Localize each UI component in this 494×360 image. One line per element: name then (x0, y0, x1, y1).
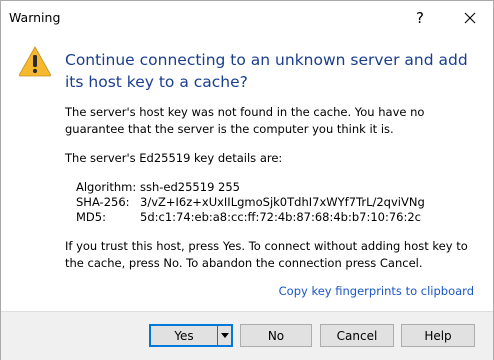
title-close-button[interactable] (447, 1, 493, 35)
dropdown-arrow-icon (220, 333, 229, 338)
title-help-button[interactable]: ? (397, 1, 443, 35)
main-instruction: Continue connecting to an unknown server… (65, 51, 468, 91)
warning-icon (18, 46, 52, 77)
close-icon (464, 12, 476, 24)
algorithm-value: ssh-ed25519 255 (140, 180, 240, 194)
sha256-label: SHA-256: (76, 195, 130, 209)
window-title: Warning (9, 10, 61, 25)
help-button[interactable]: Help (401, 324, 475, 347)
no-button[interactable]: No (240, 324, 312, 347)
cancel-button[interactable]: Cancel (320, 324, 394, 347)
title-bar: Warning ? (1, 1, 493, 35)
key-details: Algorithm: ssh-ed25519 255 SHA-256: 3/vZ… (76, 180, 425, 225)
yes-button[interactable]: Yes (151, 326, 218, 345)
trust-instructions-text: If you trust this host, press Yes. To co… (65, 239, 468, 270)
copy-fingerprints-link[interactable]: Copy key fingerprints to clipboard (279, 284, 474, 298)
algorithm-label: Algorithm: (76, 180, 137, 194)
warning-dialog: Warning ? Continue connecting to an unkn… (0, 0, 494, 360)
button-bar: Yes No Cancel Help (1, 311, 493, 360)
md5-value: 5d:c1:74:eb:a8:cc:ff:72:4b:87:68:4b:b7:1… (140, 210, 421, 224)
yes-dropdown-button[interactable] (218, 326, 231, 345)
sha256-row: SHA-256: 3/vZ+I6z+xUxIILgmoSjk0TdhI7xWYf… (76, 195, 425, 210)
host-key-warning-text: The server's host key was not found in t… (65, 105, 425, 136)
help-icon: ? (416, 9, 424, 27)
md5-row: MD5: 5d:c1:74:eb:a8:cc:ff:72:4b:87:68:4b… (76, 210, 425, 225)
yes-split-button: Yes (149, 324, 233, 347)
sha256-value: 3/vZ+I6z+xUxIILgmoSjk0TdhI7xWYf7TrL/2qvi… (140, 195, 425, 209)
algorithm-row: Algorithm: ssh-ed25519 255 (76, 180, 425, 195)
md5-label: MD5: (76, 210, 106, 224)
key-details-heading: The server's Ed25519 key details are: (65, 151, 283, 165)
